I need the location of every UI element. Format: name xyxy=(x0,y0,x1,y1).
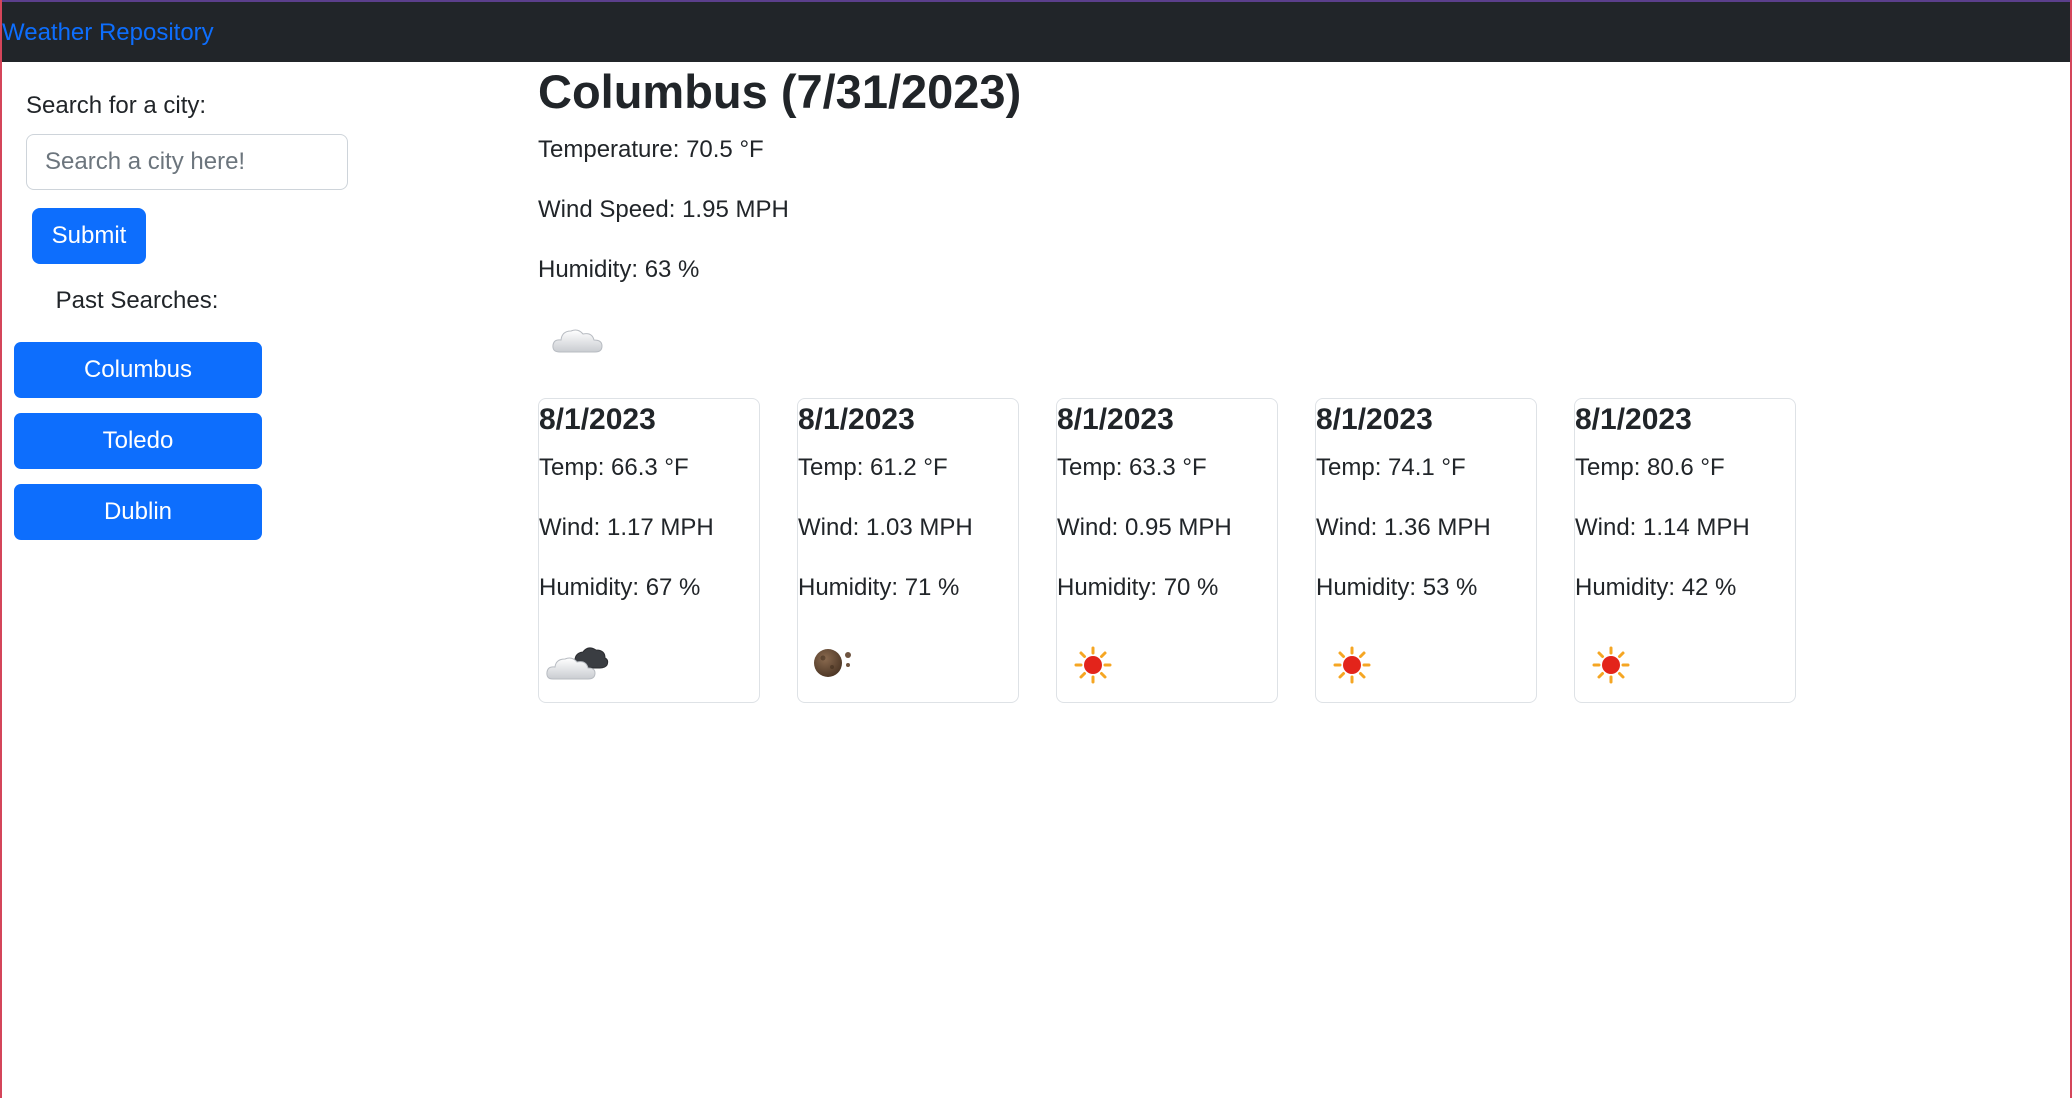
sun-icon xyxy=(1333,646,1371,684)
forecast-date: 8/1/2023 xyxy=(1057,403,1174,436)
history-button-dublin[interactable]: Dublin xyxy=(14,484,262,540)
forecast-temp: Temp: 80.6 °F xyxy=(1575,454,1725,481)
forecast-humidity: Humidity: 70 % xyxy=(1057,574,1219,601)
forecast-date: 8/1/2023 xyxy=(1316,403,1433,436)
navbar: Weather Repository xyxy=(2,0,2070,62)
forecast-date: 8/1/2023 xyxy=(798,403,915,436)
forecast-temp: Temp: 74.1 °F xyxy=(1316,454,1466,481)
forecast-date: 8/1/2023 xyxy=(539,403,656,436)
current-temperature: Temperature: 70.5 °F xyxy=(538,136,764,163)
forecast-wind: Wind: 1.14 MPH xyxy=(1575,514,1750,541)
page: Weather Repository Search for a city: Su… xyxy=(0,0,2072,1098)
moon-icon xyxy=(814,649,851,677)
forecast-wind: Wind: 0.95 MPH xyxy=(1057,514,1232,541)
forecast-humidity: Humidity: 71 % xyxy=(798,574,960,601)
search-history-list: Columbus Toledo Dublin xyxy=(14,342,262,555)
history-button-columbus[interactable]: Columbus xyxy=(14,342,262,398)
forecast-temp: Temp: 66.3 °F xyxy=(539,454,689,481)
sun-icon xyxy=(1592,646,1630,684)
brand-link[interactable]: Weather Repository xyxy=(2,19,214,47)
sun-icon xyxy=(1074,646,1112,684)
search-label: Search for a city: xyxy=(26,92,207,119)
forecast-date: 8/1/2023 xyxy=(1575,403,1692,436)
forecast-humidity: Humidity: 42 % xyxy=(1575,574,1737,601)
forecast-temp: Temp: 61.2 °F xyxy=(798,454,948,481)
current-wind-speed: Wind Speed: 1.95 MPH xyxy=(538,196,789,223)
dark-cloud-icon xyxy=(546,647,609,680)
city-title: Columbus (7/31/2023) xyxy=(538,65,1022,118)
search-input[interactable] xyxy=(26,134,348,190)
forecast-humidity: Humidity: 53 % xyxy=(1316,574,1478,601)
forecast-wind: Wind: 1.36 MPH xyxy=(1316,514,1491,541)
forecast-card: 8/1/2023 Temp: 63.3 °F Wind: 0.95 MPH Hu… xyxy=(1056,398,1278,703)
cloud-icon xyxy=(552,329,603,353)
forecast-card: 8/1/2023 Temp: 80.6 °F Wind: 1.14 MPH Hu… xyxy=(1574,398,1796,703)
history-button-toledo[interactable]: Toledo xyxy=(14,413,262,469)
forecast-card: 8/1/2023 Temp: 66.3 °F Wind: 1.17 MPH Hu… xyxy=(538,398,760,703)
forecast-wind: Wind: 1.03 MPH xyxy=(798,514,973,541)
forecast-temp: Temp: 63.3 °F xyxy=(1057,454,1207,481)
forecast-wind: Wind: 1.17 MPH xyxy=(539,514,714,541)
past-searches-label: Past Searches: xyxy=(55,287,219,314)
forecast-card: 8/1/2023 Temp: 61.2 °F Wind: 1.03 MPH Hu… xyxy=(797,398,1019,703)
current-humidity: Humidity: 63 % xyxy=(538,256,700,283)
submit-button[interactable]: Submit xyxy=(32,208,146,264)
forecast-humidity: Humidity: 67 % xyxy=(539,574,701,601)
forecast-card: 8/1/2023 Temp: 74.1 °F Wind: 1.36 MPH Hu… xyxy=(1315,398,1537,703)
